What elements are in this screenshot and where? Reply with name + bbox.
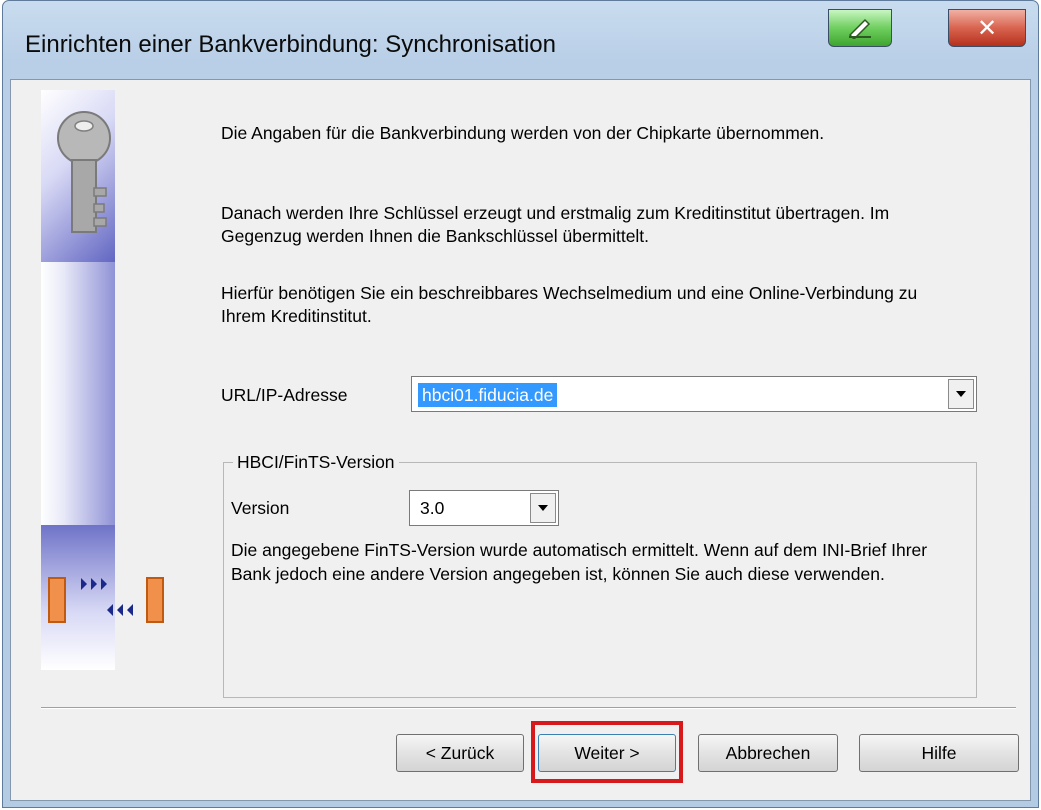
title-bar[interactable]: Einrichten einer Bankverbindung: Synchro… (3, 1, 1038, 79)
url-dropdown-button[interactable] (948, 379, 974, 409)
chevron-down-icon (538, 505, 548, 511)
key-icon (57, 111, 111, 233)
version-value: 3.0 (420, 498, 445, 518)
title-close-button[interactable]: ✕ (948, 9, 1026, 47)
window-title: Einrichten einer Bankverbindung: Synchro… (25, 31, 556, 58)
url-combobox[interactable]: hbci01.fiducia.de (411, 376, 977, 412)
back-button[interactable]: < Zurück (396, 734, 524, 772)
version-group-title: HBCI/FinTS-Version (233, 452, 399, 473)
version-combobox[interactable]: 3.0 (409, 490, 559, 526)
help-pen-icon (848, 18, 871, 39)
intro-text-1: Die Angaben für die Bankverbindung werde… (221, 123, 825, 143)
help-button[interactable]: Hilfe (859, 734, 1019, 772)
version-note: Die angegebene FinTS-Version wurde autom… (231, 540, 928, 584)
url-value[interactable]: hbci01.fiducia.de (418, 383, 558, 407)
version-label: Version (231, 498, 290, 518)
url-label: URL/IP-Adresse (221, 385, 348, 405)
sync-arrows-icon (48, 577, 164, 623)
intro-text-2: Danach werden Ihre Schlüssel erzeugt und… (221, 203, 890, 246)
dialog-client-area: Die Angaben für die Bankverbindung werde… (10, 79, 1031, 801)
chevron-down-icon (956, 391, 966, 397)
dialog-window: Einrichten einer Bankverbindung: Synchro… (2, 0, 1039, 808)
next-button[interactable]: Weiter > (538, 734, 676, 772)
close-x-icon: ✕ (976, 14, 998, 42)
intro-text-3: Hierfür benötigen Sie ein beschreibbares… (221, 283, 918, 326)
cancel-button[interactable]: Abbrechen (698, 734, 838, 772)
separator (41, 707, 1016, 709)
title-help-button[interactable] (828, 9, 892, 47)
version-dropdown-button[interactable] (530, 493, 556, 523)
